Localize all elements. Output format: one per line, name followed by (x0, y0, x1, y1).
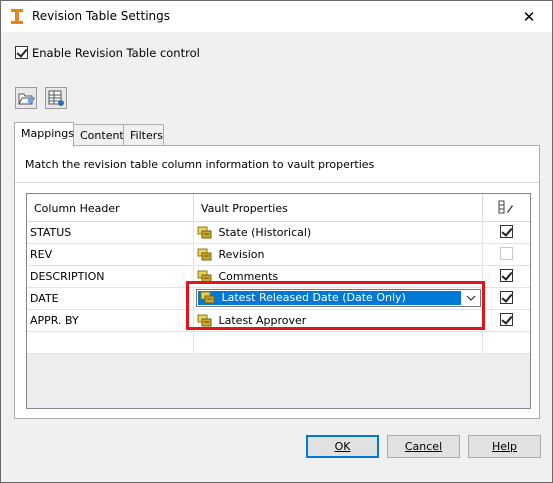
mapping-enabled-cell (483, 244, 530, 265)
ok-button[interactable]: OK (306, 435, 379, 458)
tab-mappings[interactable]: Mappings (14, 122, 74, 147)
inventor-app-icon (11, 9, 23, 24)
column-header-cell: REV (27, 244, 194, 265)
vault-property-cell[interactable]: State (Historical) (194, 222, 483, 243)
vault-property-cell[interactable]: Comments (194, 266, 483, 287)
vault-property-label: State (Historical) (218, 226, 312, 239)
column-header-cell: STATUS (27, 222, 194, 243)
table-row[interactable]: REV Revision (27, 244, 530, 266)
vault-property-icon (197, 226, 212, 239)
column-header-heading[interactable]: Column Header (27, 194, 194, 222)
mapping-enabled-checkbox[interactable] (500, 225, 513, 238)
vault-properties-heading[interactable]: Vault Properties (194, 194, 483, 222)
vault-property-label: Latest Released Date (Date Only) (221, 291, 406, 304)
table-row[interactable]: STATUS State (Historical) (27, 222, 530, 244)
mapping-enabled-checkbox[interactable] (500, 269, 513, 282)
window-title: Revision Table Settings (32, 9, 171, 23)
empty-cell (27, 332, 194, 353)
vault-property-label: Comments (218, 270, 279, 283)
mapping-enabled-checkbox[interactable] (500, 313, 513, 326)
grid-header: Column Header Vault Properties (27, 194, 530, 222)
enable-revision-table-label[interactable]: Enable Revision Table control (32, 46, 200, 60)
mapping-enabled-cell (483, 310, 530, 331)
divider (15, 182, 539, 183)
vault-property-icon (197, 270, 212, 283)
table-row[interactable]: APPR. BY Latest Approver (27, 310, 530, 332)
vault-property-cell[interactable]: Latest Approver (194, 310, 483, 331)
close-icon: ✕ (522, 7, 536, 26)
mappings-instruction: Match the revision table column informat… (25, 158, 375, 171)
mappings-panel: Match the revision table column informat… (14, 145, 540, 419)
cancel-button-label: Cancel (404, 440, 443, 453)
ok-button-label: OK (334, 440, 351, 453)
vault-property-icon (197, 314, 212, 327)
new-row[interactable] (27, 332, 530, 354)
mapping-enabled-checkbox[interactable] (500, 247, 513, 260)
tab-filters[interactable]: Filters (123, 124, 164, 146)
column-header-cell: APPR. BY (27, 310, 194, 331)
edit-column-icon (498, 200, 513, 214)
revision-table-settings-dialog: Revision Table Settings ✕ Enable Revisio… (0, 0, 553, 483)
chevron-down-icon[interactable] (462, 290, 480, 306)
table-row[interactable]: DATE Latest Released Date (Date Only) (27, 288, 530, 310)
cancel-button[interactable]: Cancel (387, 435, 460, 458)
table-row[interactable]: DESCRIPTION Comments (27, 266, 530, 288)
vault-property-icon (197, 248, 212, 261)
edit-column-heading[interactable] (483, 194, 530, 222)
help-button[interactable]: Help (468, 435, 541, 458)
column-header-cell: DESCRIPTION (27, 266, 194, 287)
mapping-enabled-cell (483, 288, 530, 309)
mapping-enabled-cell (483, 222, 530, 243)
empty-cell (194, 332, 483, 353)
vault-property-cell[interactable]: Revision (194, 244, 483, 265)
help-button-label: Help (491, 440, 518, 453)
close-button[interactable]: ✕ (506, 1, 552, 32)
enable-revision-table-checkbox[interactable] (15, 46, 28, 59)
mapping-enabled-checkbox[interactable] (500, 291, 513, 304)
table-settings-button[interactable] (45, 87, 67, 109)
column-header-cell: DATE (27, 288, 194, 309)
mapping-enabled-cell (483, 266, 530, 287)
mappings-grid: Column Header Vault Properties STATUS St… (26, 193, 531, 409)
vault-property-label: Latest Approver (218, 314, 307, 327)
open-folder-icon (18, 93, 35, 105)
title-bar: Revision Table Settings ✕ (1, 1, 552, 32)
vault-property-label: Revision (218, 248, 265, 261)
tab-content[interactable]: Content (73, 124, 124, 146)
open-folder-button[interactable] (15, 87, 37, 109)
vault-property-cell[interactable]: Latest Released Date (Date Only) (194, 288, 483, 309)
vault-property-dropdown[interactable]: Latest Released Date (Date Only) (196, 289, 481, 307)
dropdown-selected-value: Latest Released Date (Date Only) (198, 291, 461, 305)
table-settings-icon (48, 90, 64, 106)
vault-property-icon (200, 291, 215, 304)
